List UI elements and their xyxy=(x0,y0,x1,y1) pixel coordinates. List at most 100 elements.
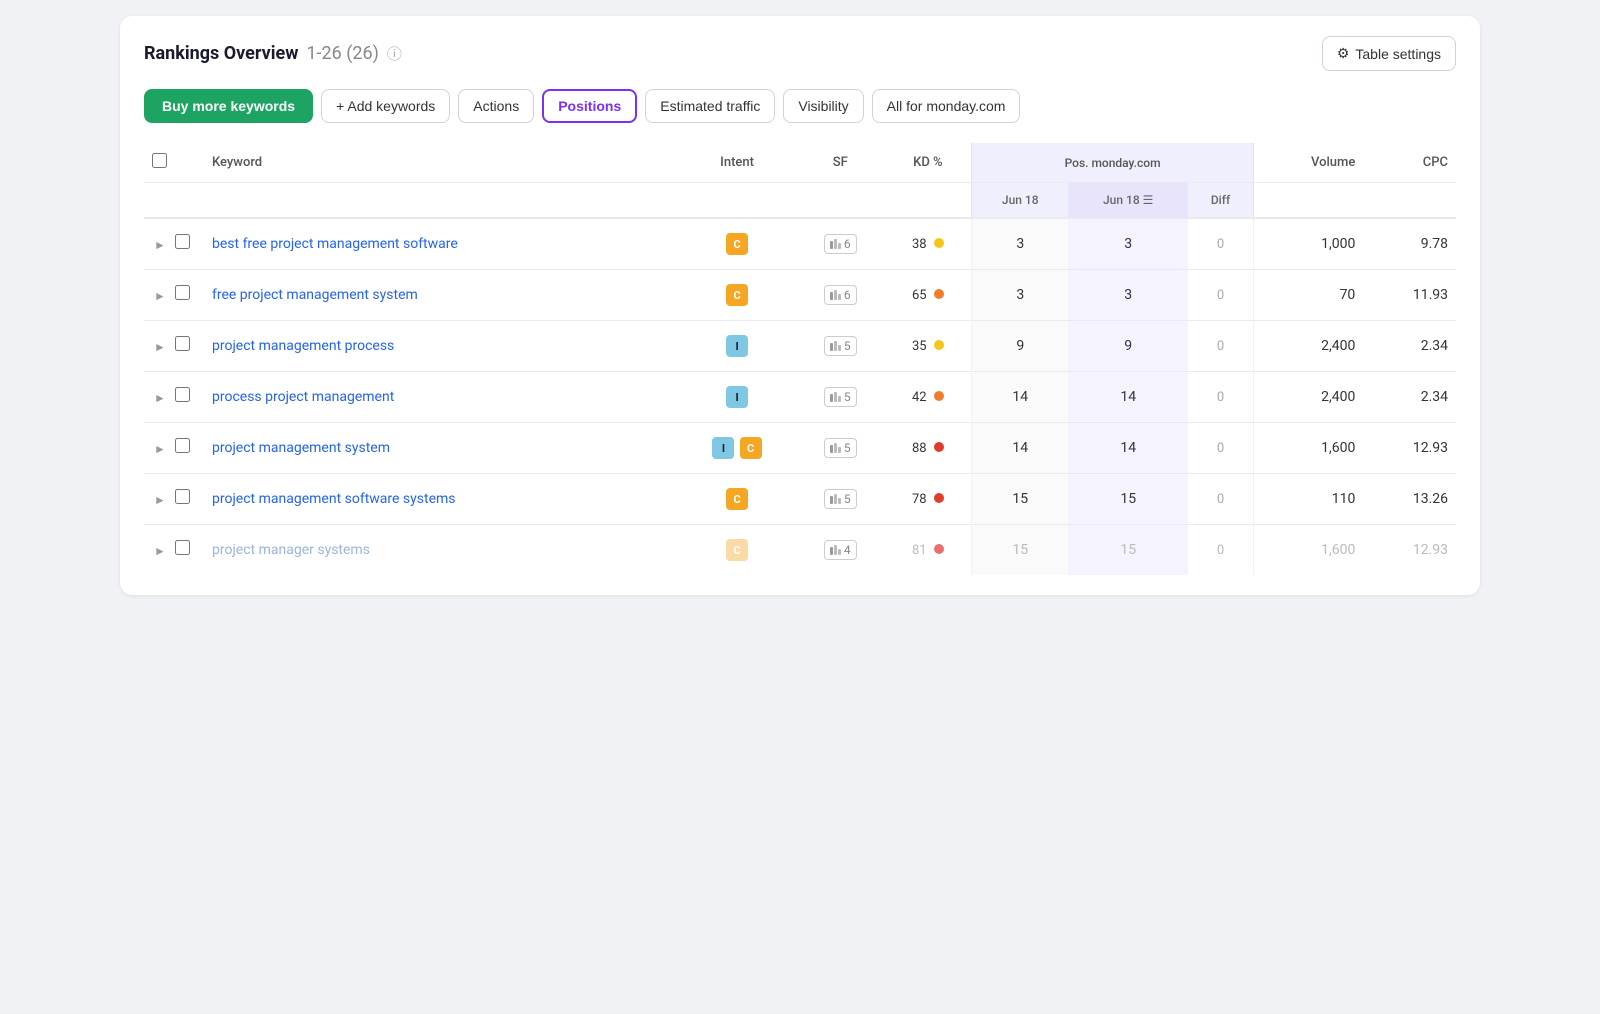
gear-icon: ⚙ xyxy=(1337,45,1350,62)
keyword-cell: project management system xyxy=(204,423,678,474)
jun18-b-cell: 14 xyxy=(1068,372,1188,423)
sf-cell: 5 xyxy=(796,423,884,474)
header-sf: SF xyxy=(796,143,884,183)
row-checkbox[interactable] xyxy=(175,234,190,249)
row-checkbox[interactable] xyxy=(175,540,190,555)
sf-icon: 5 xyxy=(824,336,857,356)
subheader-diff: Diff xyxy=(1188,183,1253,219)
table-settings-button[interactable]: ⚙ Table settings xyxy=(1322,36,1456,71)
row-checkbox[interactable] xyxy=(175,387,190,402)
sf-icon: 4 xyxy=(824,540,857,560)
expand-button[interactable]: ► xyxy=(152,440,168,458)
intent-badge-c: C xyxy=(726,233,748,255)
jun18-b-cell: 15 xyxy=(1068,525,1188,576)
keyword-link[interactable]: project management system xyxy=(212,440,390,456)
kd-value: 78 xyxy=(912,492,927,507)
header-checkbox-cell xyxy=(144,143,204,183)
intent-cell: C xyxy=(678,525,796,576)
keyword-link[interactable]: best free project management software xyxy=(212,236,458,252)
top-bar: Rankings Overview 1-26 (26) ⓘ ⚙ Table se… xyxy=(144,36,1456,71)
expand-button[interactable]: ► xyxy=(152,338,168,356)
jun18-a-cell: 14 xyxy=(972,372,1068,423)
title-area: Rankings Overview 1-26 (26) ⓘ xyxy=(144,43,402,64)
header-volume: Volume xyxy=(1253,143,1363,183)
table-row: ► process project managementI 5 42 14140… xyxy=(144,372,1456,423)
sf-cell: 5 xyxy=(796,372,884,423)
toolbar: Buy more keywords + Add keywords Actions… xyxy=(144,89,1456,123)
expand-button[interactable]: ► xyxy=(152,236,168,254)
info-icon[interactable]: ⓘ xyxy=(387,43,402,64)
volume-cell: 70 xyxy=(1253,270,1363,321)
tab-all-for[interactable]: All for monday.com xyxy=(872,89,1021,123)
expand-button[interactable]: ► xyxy=(152,287,168,305)
intent-badge-i: I xyxy=(712,437,734,459)
kd-dot xyxy=(934,340,944,350)
diff-cell: 0 xyxy=(1188,270,1253,321)
header-pos-group: Pos. monday.com xyxy=(972,143,1253,183)
add-keywords-button[interactable]: + Add keywords xyxy=(321,89,450,123)
cpc-cell: 2.34 xyxy=(1363,372,1456,423)
cpc-cell: 12.93 xyxy=(1363,423,1456,474)
jun18-a-cell: 15 xyxy=(972,474,1068,525)
intent-cell: I xyxy=(678,372,796,423)
table-row: ► project management software systems C 5… xyxy=(144,474,1456,525)
keyword-link[interactable]: project manager systems xyxy=(212,542,370,558)
kd-dot xyxy=(934,544,944,554)
expand-button[interactable]: ► xyxy=(152,542,168,560)
diff-cell: 0 xyxy=(1188,525,1253,576)
intent-cell: C xyxy=(678,270,796,321)
keyword-cell: project management software systems xyxy=(204,474,678,525)
keyword-link[interactable]: free project management system xyxy=(212,287,418,303)
sf-icon: 5 xyxy=(824,387,857,407)
volume-cell: 2,400 xyxy=(1253,372,1363,423)
tab-estimated-traffic[interactable]: Estimated traffic xyxy=(645,89,775,123)
sf-icon: 6 xyxy=(824,285,857,305)
volume-cell: 1,000 xyxy=(1253,218,1363,270)
jun18-b-cell: 15 xyxy=(1068,474,1188,525)
table-row: ► free project management system C 6 65 3… xyxy=(144,270,1456,321)
kd-cell: 78 xyxy=(884,474,972,525)
tab-visibility[interactable]: Visibility xyxy=(783,89,863,123)
rankings-table: Keyword Intent SF KD % Pos. monday.com V… xyxy=(144,143,1456,575)
subheader-jun18-a: Jun 18 xyxy=(972,183,1068,219)
jun18-b-cell: 3 xyxy=(1068,270,1188,321)
kd-value: 81 xyxy=(912,543,927,558)
cpc-cell: 2.34 xyxy=(1363,321,1456,372)
buy-keywords-button[interactable]: Buy more keywords xyxy=(144,89,313,123)
kd-cell: 81 xyxy=(884,525,972,576)
row-checkbox[interactable] xyxy=(175,438,190,453)
kd-value: 88 xyxy=(912,441,927,456)
intent-badge-c: C xyxy=(726,284,748,306)
table-row: ► project manager systemsC 4 81 151501,6… xyxy=(144,525,1456,576)
row-checkbox[interactable] xyxy=(175,489,190,504)
sf-cell: 5 xyxy=(796,474,884,525)
tab-positions[interactable]: Positions xyxy=(542,89,637,123)
table-subheader-row: Jun 18 Jun 18 ☰ Diff xyxy=(144,183,1456,219)
keyword-link[interactable]: project management software systems xyxy=(212,491,456,507)
row-checkbox[interactable] xyxy=(175,285,190,300)
intent-badge-i: I xyxy=(726,386,748,408)
select-all-checkbox[interactable] xyxy=(152,153,167,168)
intent-badge-c: C xyxy=(726,488,748,510)
intent-badge-c: C xyxy=(740,437,762,459)
actions-button[interactable]: Actions xyxy=(458,89,534,123)
keyword-link[interactable]: project management process xyxy=(212,338,394,354)
cpc-cell: 9.78 xyxy=(1363,218,1456,270)
keyword-cell: project management process xyxy=(204,321,678,372)
diff-cell: 0 xyxy=(1188,218,1253,270)
cpc-cell: 11.93 xyxy=(1363,270,1456,321)
kd-dot xyxy=(934,238,944,248)
expand-button[interactable]: ► xyxy=(152,389,168,407)
intent-badge-i: I xyxy=(726,335,748,357)
table-header-row: Keyword Intent SF KD % Pos. monday.com V… xyxy=(144,143,1456,183)
header-kd: KD % xyxy=(884,143,972,183)
sf-cell: 4 xyxy=(796,525,884,576)
intent-cell: C xyxy=(678,218,796,270)
expand-button[interactable]: ► xyxy=(152,491,168,509)
row-checkbox[interactable] xyxy=(175,336,190,351)
jun18-a-cell: 14 xyxy=(972,423,1068,474)
kd-cell: 65 xyxy=(884,270,972,321)
kd-value: 65 xyxy=(912,288,927,303)
intent-badge-c: C xyxy=(726,539,748,561)
keyword-link[interactable]: process project management xyxy=(212,389,394,405)
